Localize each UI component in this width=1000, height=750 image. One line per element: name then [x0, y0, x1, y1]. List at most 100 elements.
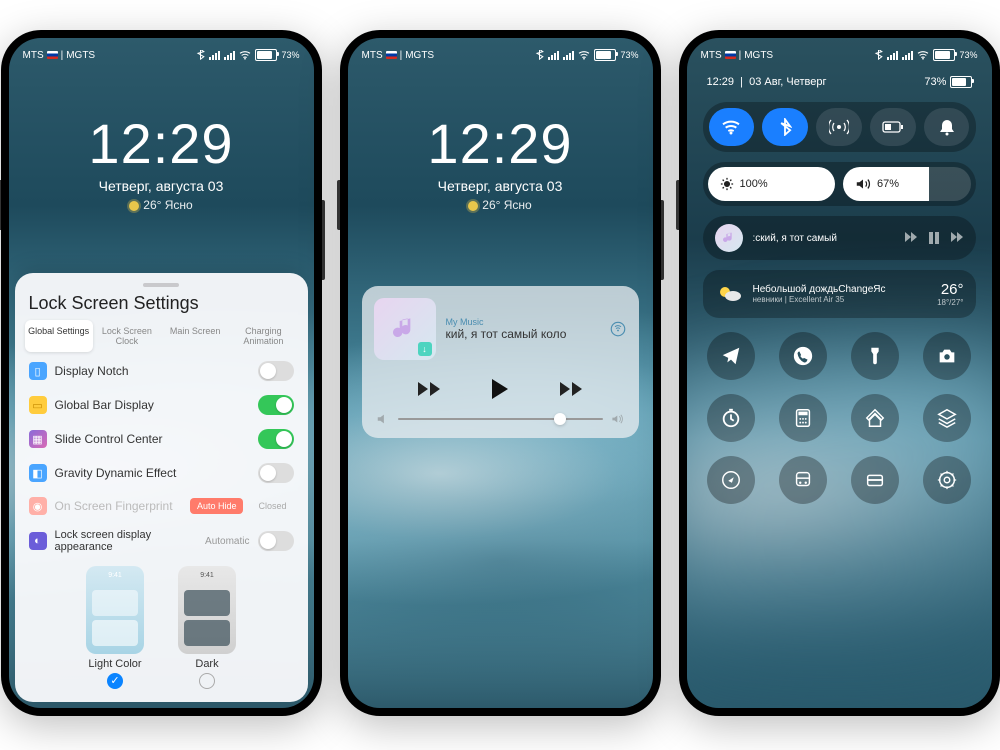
- row-slide-label: Slide Control Center: [55, 432, 250, 446]
- appearance-icon: ◐: [29, 532, 47, 550]
- tile-camera[interactable]: [923, 332, 971, 380]
- bluetooth-icon: [196, 50, 205, 60]
- cc-weather-card[interactable]: Небольшой дождьChangeЯс невники | Excell…: [703, 270, 976, 318]
- lock-date: Четверг, августа 03: [9, 178, 314, 194]
- radio-light[interactable]: ✓: [107, 673, 123, 689]
- tile-calculator[interactable]: [779, 394, 827, 442]
- tab-charging[interactable]: Charging Animation: [229, 320, 297, 352]
- cc-music-row[interactable]: :ский, я тот самый: [703, 216, 976, 260]
- flag-icon: [386, 51, 397, 59]
- globalbar-icon: ▭: [29, 396, 47, 414]
- carrier2-label: MGTS: [66, 50, 95, 61]
- volume-high-icon: [611, 412, 625, 426]
- cast-icon[interactable]: [609, 320, 627, 338]
- theme-light-thumb: [86, 566, 144, 654]
- theme-dark-label: Dark: [178, 658, 236, 670]
- volume-slider[interactable]: 67%: [843, 167, 971, 201]
- carrier2-label: MGTS: [405, 50, 434, 61]
- toggle-notch[interactable]: [258, 361, 294, 381]
- theme-light[interactable]: Light Color ✓: [86, 566, 144, 689]
- weather-icon: [715, 280, 743, 308]
- row-fingerprint-label: On Screen Fingerprint: [55, 499, 182, 513]
- cc-next-icon[interactable]: [950, 231, 964, 243]
- tile-transport[interactable]: [779, 456, 827, 504]
- toggle-gravity[interactable]: [258, 463, 294, 483]
- tile-phone[interactable]: [779, 332, 827, 380]
- battery-saver-toggle[interactable]: [870, 108, 916, 146]
- phone-mockup-settings: MTS|MGTS 73% 12:29 Четверг, августа 03 2…: [1, 30, 322, 716]
- toggle-appearance[interactable]: [258, 531, 294, 551]
- lock-weather: 26° Ясно: [482, 198, 531, 212]
- carrier-label: MTS: [362, 50, 383, 61]
- prev-button[interactable]: [416, 376, 442, 402]
- row-appearance-label: Lock screen display appearance: [55, 529, 198, 553]
- volume-low-icon: [376, 412, 390, 426]
- tile-home[interactable]: [851, 394, 899, 442]
- row-notch-label: Display Notch: [55, 364, 250, 378]
- wifi-icon: [239, 50, 251, 60]
- row-globalbar-label: Global Bar Display: [55, 398, 250, 412]
- badge-autohide[interactable]: Auto Hide: [190, 498, 244, 514]
- tab-lockclock[interactable]: Lock Screen Clock: [93, 320, 161, 352]
- battery-icon: [594, 49, 616, 61]
- radio-dark[interactable]: [199, 673, 215, 689]
- weather-sub: невники | Excellent Air 35: [753, 295, 928, 304]
- tile-compass[interactable]: [707, 456, 755, 504]
- battery-pct: 73%: [281, 50, 299, 60]
- bluetooth-toggle[interactable]: [762, 108, 808, 146]
- signal-icon-2: [563, 50, 574, 60]
- theme-light-label: Light Color: [86, 658, 144, 670]
- toggle-globalbar[interactable]: [258, 395, 294, 415]
- signal-icon: [887, 50, 898, 60]
- weather-temp: 26°: [937, 281, 963, 298]
- notch-icon: ▯: [29, 362, 47, 380]
- battery-icon: [950, 76, 972, 88]
- hotspot-toggle[interactable]: [816, 108, 862, 146]
- carrier-label: MTS: [23, 50, 44, 61]
- wifi-icon: [578, 50, 590, 60]
- fingerprint-icon: ◉: [29, 497, 47, 515]
- tile-timer[interactable]: [707, 394, 755, 442]
- cc-battery: 73%: [924, 76, 946, 88]
- next-button[interactable]: [558, 376, 584, 402]
- tab-main[interactable]: Main Screen: [161, 320, 229, 352]
- lock-clock: 12:29: [9, 116, 314, 172]
- settings-sheet: Lock Screen Settings Global Settings Loc…: [15, 273, 308, 702]
- tile-settings[interactable]: [923, 456, 971, 504]
- music-source: My Music: [446, 317, 599, 327]
- appearance-value: Automatic: [205, 536, 249, 547]
- dnd-toggle[interactable]: [924, 108, 970, 146]
- battery-pct: 73%: [959, 50, 977, 60]
- carrier2-label: MGTS: [744, 50, 773, 61]
- music-note-icon: [389, 313, 421, 345]
- tile-wallet[interactable]: [851, 456, 899, 504]
- cc-pause-icon[interactable]: [928, 231, 940, 245]
- album-art[interactable]: ↓: [374, 298, 436, 360]
- lock-clock: 12:29: [348, 116, 653, 172]
- brightness-value: 100%: [740, 178, 768, 190]
- brightness-slider[interactable]: 100%: [708, 167, 836, 201]
- wifi-toggle[interactable]: [709, 108, 755, 146]
- progress-slider[interactable]: [398, 418, 603, 420]
- cc-prev-icon[interactable]: [904, 231, 918, 243]
- row-gravity-label: Gravity Dynamic Effect: [55, 466, 250, 480]
- carrier-label: MTS: [701, 50, 722, 61]
- bluetooth-icon: [535, 50, 544, 60]
- sheet-title: Lock Screen Settings: [29, 293, 294, 314]
- cc-nowplaying: :ский, я тот самый: [753, 233, 894, 244]
- flag-icon: [725, 51, 736, 59]
- cc-date: 03 Авг, Четверг: [749, 76, 826, 88]
- tile-telegram[interactable]: [707, 332, 755, 380]
- battery-icon: [933, 49, 955, 61]
- lock-date: Четверг, августа 03: [348, 178, 653, 194]
- cc-time: 12:29: [707, 76, 735, 88]
- tile-layers[interactable]: [923, 394, 971, 442]
- music-widget: ↓ My Music кий, я тот самый коло: [362, 286, 639, 438]
- toggle-slide[interactable]: [258, 429, 294, 449]
- play-button[interactable]: [487, 376, 513, 402]
- sun-icon: [129, 201, 139, 211]
- sheet-grabber[interactable]: [143, 283, 179, 287]
- theme-dark[interactable]: Dark: [178, 566, 236, 689]
- tile-flashlight[interactable]: [851, 332, 899, 380]
- tab-global[interactable]: Global Settings: [25, 320, 93, 352]
